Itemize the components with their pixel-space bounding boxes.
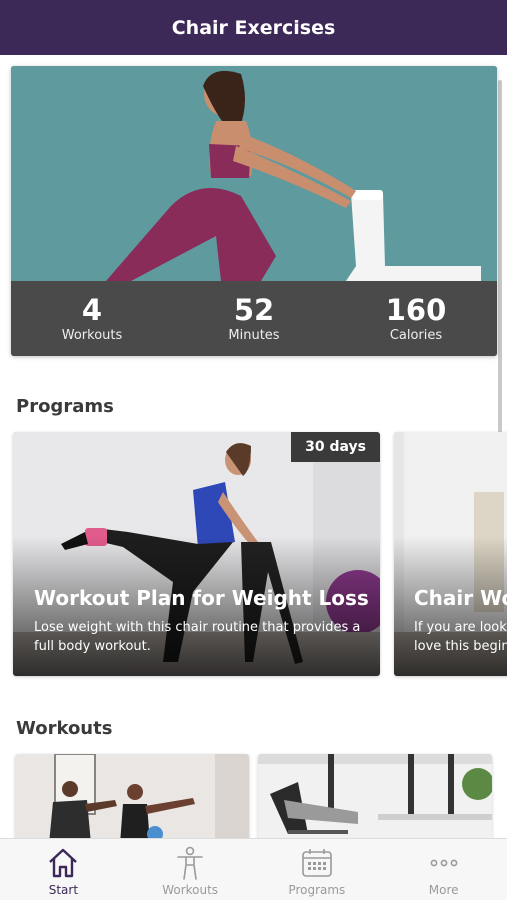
workout-card[interactable] [15, 754, 249, 844]
workouts-heading: Workouts [16, 718, 113, 739]
stat-workouts: 4 Workouts [11, 281, 173, 356]
tab-label: More [428, 883, 459, 897]
program-description: Lose weight with this chair routine that… [34, 620, 361, 654]
program-title: Workout Plan for Weight Loss [34, 586, 369, 610]
tab-label: Programs [288, 883, 346, 897]
stat-value: 160 [385, 292, 447, 327]
tab-label: Start [48, 883, 79, 897]
stat-value: 52 [233, 292, 275, 327]
duration-badge: 30 days [291, 432, 380, 462]
tab-more[interactable]: More [380, 839, 507, 900]
tab-programs[interactable]: Programs [254, 839, 381, 900]
page-title: Chair Exercises [171, 16, 336, 39]
hero-image [11, 66, 497, 281]
stat-value: 4 [81, 292, 103, 327]
program-title: Chair Wo [414, 586, 507, 610]
app-header: Chair Exercises [0, 0, 507, 55]
stat-label: Minutes [228, 327, 280, 343]
program-card[interactable]: Chair Wo If you are look love this begin [394, 432, 507, 676]
program-description: If you are look love this begin [414, 620, 507, 654]
workout-image [258, 754, 492, 844]
stats-row: 4 Workouts 52 Minutes 160 Calories [11, 281, 497, 356]
stat-calories: 160 Calories [335, 281, 497, 356]
tab-label: Workouts [162, 883, 219, 897]
stats-card[interactable]: 4 Workouts 52 Minutes 160 Calories [11, 66, 497, 356]
more-icon [430, 859, 458, 867]
tab-bar: Start Workouts Programs More [0, 838, 507, 900]
tab-workouts[interactable]: Workouts [127, 839, 254, 900]
home-icon [49, 848, 78, 878]
stat-label: Workouts [61, 327, 123, 343]
stat-minutes: 52 Minutes [173, 281, 335, 356]
programs-heading: Programs [16, 396, 114, 417]
hero-illustration [11, 66, 497, 281]
workout-card[interactable] [258, 754, 492, 844]
workout-image [15, 754, 249, 844]
program-card[interactable]: 30 days Workout Plan for Weight Loss Los… [13, 432, 380, 676]
person-icon [177, 846, 203, 880]
stat-label: Calories [389, 327, 443, 343]
tab-start[interactable]: Start [0, 839, 127, 900]
calendar-icon [302, 849, 332, 877]
